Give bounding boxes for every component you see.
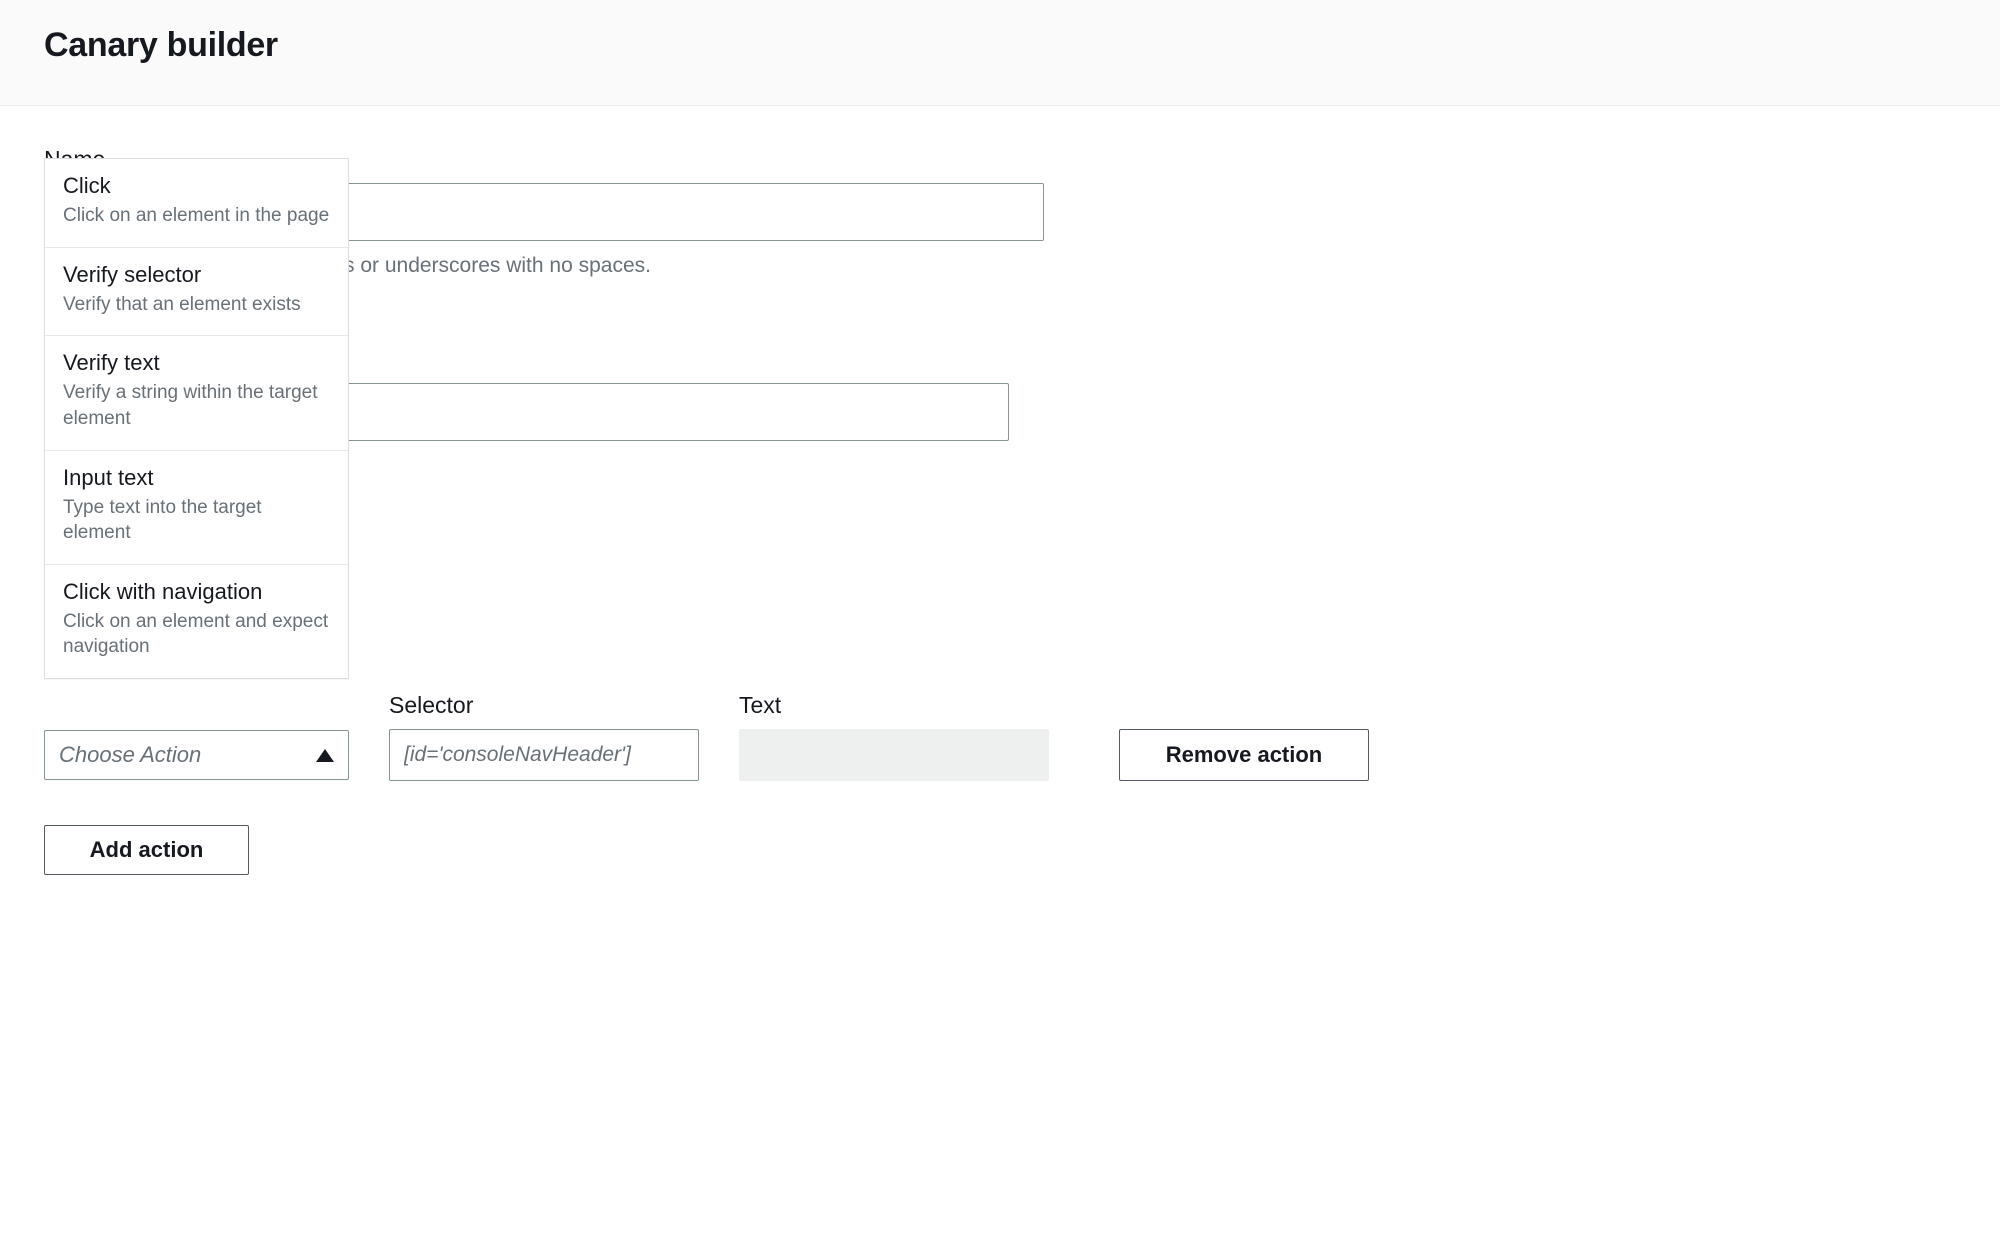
- action-select-placeholder: Choose Action: [59, 742, 201, 768]
- action-row: Choose Action Remove action: [44, 729, 1556, 781]
- action-select-trigger[interactable]: Choose Action: [44, 730, 349, 780]
- form-canvas: Name ercase letters, numbers, hyphens or…: [0, 106, 1600, 915]
- text-column-label: Text: [739, 692, 1049, 719]
- dropdown-option-click[interactable]: Click Click on an element in the page: [45, 159, 348, 248]
- caret-up-icon: [316, 749, 334, 762]
- page-header: Canary builder: [0, 0, 2000, 106]
- page-title: Canary builder: [44, 26, 1956, 65]
- dropdown-option-input-text[interactable]: Input text Type text into the target ele…: [45, 451, 348, 565]
- dropdown-option-title: Click: [63, 173, 330, 199]
- dropdown-option-desc: Click on an element in the page: [63, 203, 330, 229]
- dropdown-option-title: Click with navigation: [63, 579, 330, 605]
- selector-column-label: Selector: [389, 692, 699, 719]
- action-dropdown: Click Click on an element in the page Ve…: [44, 158, 349, 679]
- remove-action-button[interactable]: Remove action: [1119, 729, 1369, 781]
- text-input-disabled: [739, 729, 1049, 781]
- dropdown-option-desc: Verify a string within the target elemen…: [63, 380, 330, 431]
- dropdown-option-desc: Click on an element and expect navigatio…: [63, 609, 330, 660]
- dropdown-option-verify-text[interactable]: Verify text Verify a string within the t…: [45, 336, 348, 450]
- selector-input[interactable]: [389, 729, 699, 781]
- dropdown-option-title: Input text: [63, 465, 330, 491]
- add-action-button[interactable]: Add action: [44, 825, 249, 875]
- dropdown-option-title: Verify selector: [63, 262, 330, 288]
- dropdown-option-title: Verify text: [63, 350, 330, 376]
- dropdown-option-desc: Verify that an element exists: [63, 292, 330, 318]
- dropdown-option-click-navigation[interactable]: Click with navigation Click on an elemen…: [45, 565, 348, 678]
- dropdown-option-verify-selector[interactable]: Verify selector Verify that an element e…: [45, 248, 348, 337]
- action-column-headers: Selector Text: [44, 692, 1556, 719]
- dropdown-option-desc: Type text into the target element: [63, 495, 330, 546]
